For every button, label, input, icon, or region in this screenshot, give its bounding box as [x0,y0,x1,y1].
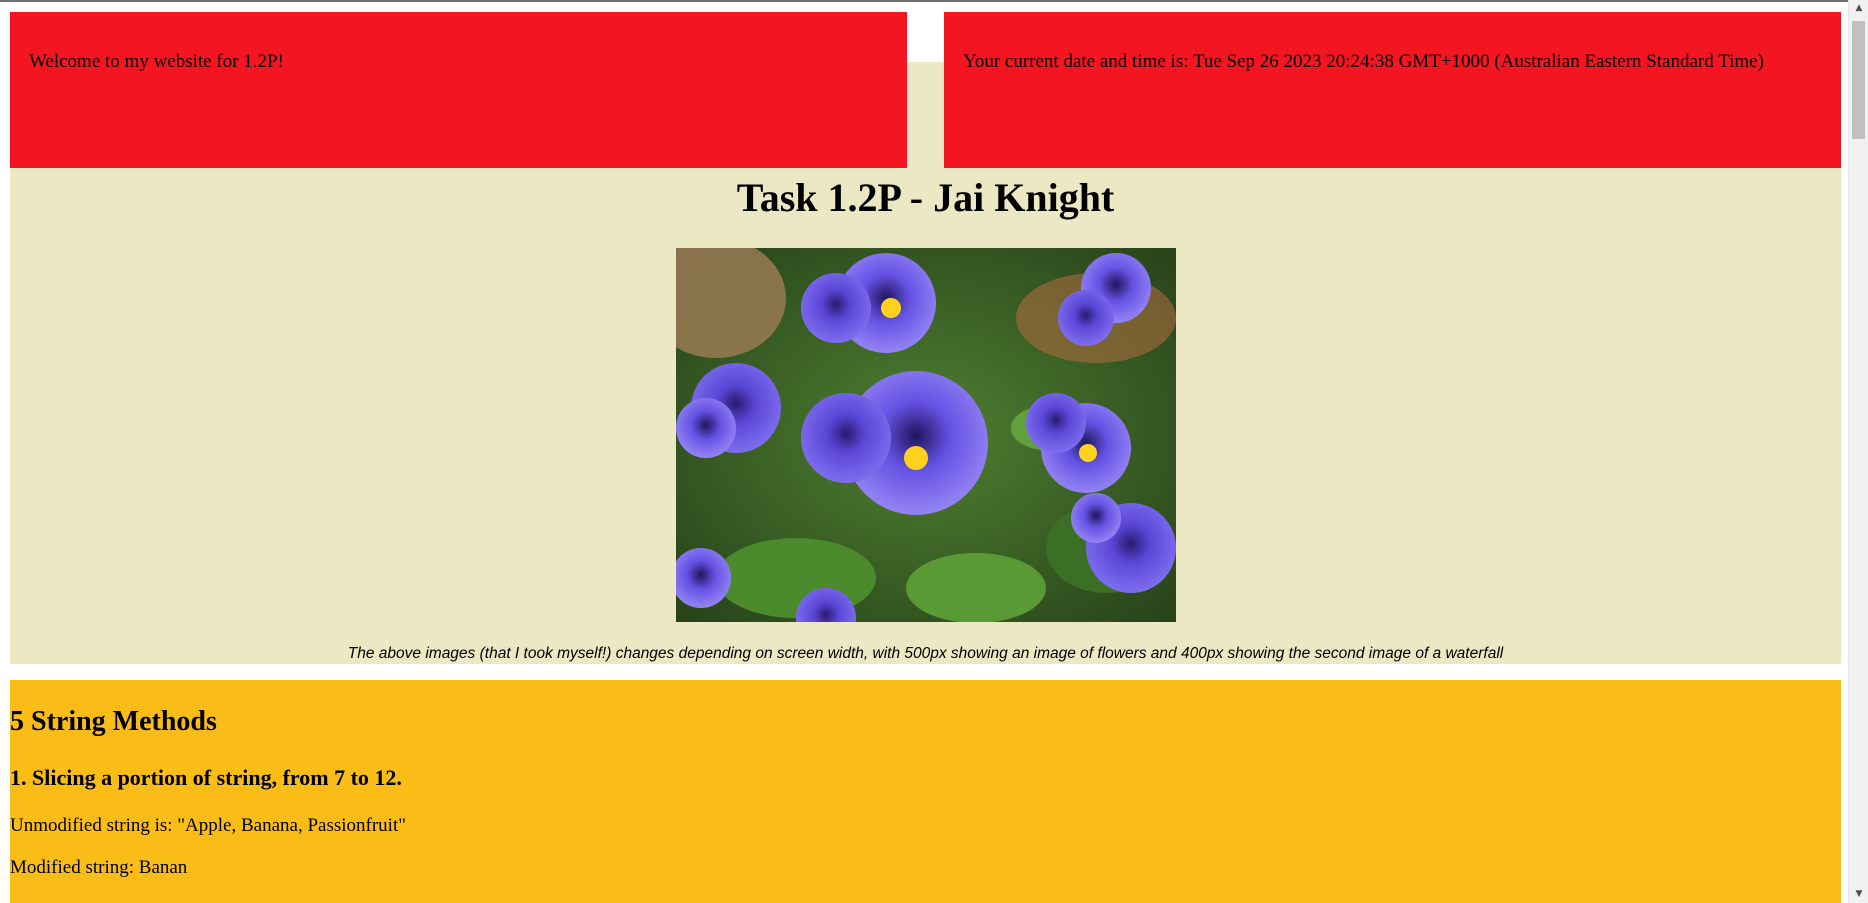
scroll-down-arrow-icon[interactable]: ▼ [1849,886,1868,903]
image-caption: The above images (that I took myself!) c… [347,645,1504,662]
scrollbar-thumb[interactable] [1852,21,1865,139]
scroll-up-arrow-icon[interactable]: ▲ [1849,0,1868,17]
header-gap [907,12,944,62]
flowers-photo [676,248,1176,622]
string-methods-heading: 5 String Methods [10,706,217,737]
method-1-heading: 1. Slicing a portion of string, from 7 t… [10,765,402,790]
pansy-flowers-image [676,248,1176,622]
page-title: Task 1.2P - Jai Knight [736,175,1115,220]
vertical-scrollbar[interactable]: ▲ ▼ [1848,0,1868,903]
page-viewport: Welcome to my website for 1.2P! Your cur… [0,0,1848,903]
datetime-text: Your current date and time is: Tue Sep 2… [963,51,1764,72]
top-border [0,0,1848,2]
modified-string-text: Modified string: Banan [10,857,188,878]
datetime-box [944,12,1841,168]
welcome-text: Welcome to my website for 1.2P! [29,51,284,72]
welcome-box [10,12,907,168]
unmodified-string-text: Unmodified string is: "Apple, Banana, Pa… [10,815,406,836]
